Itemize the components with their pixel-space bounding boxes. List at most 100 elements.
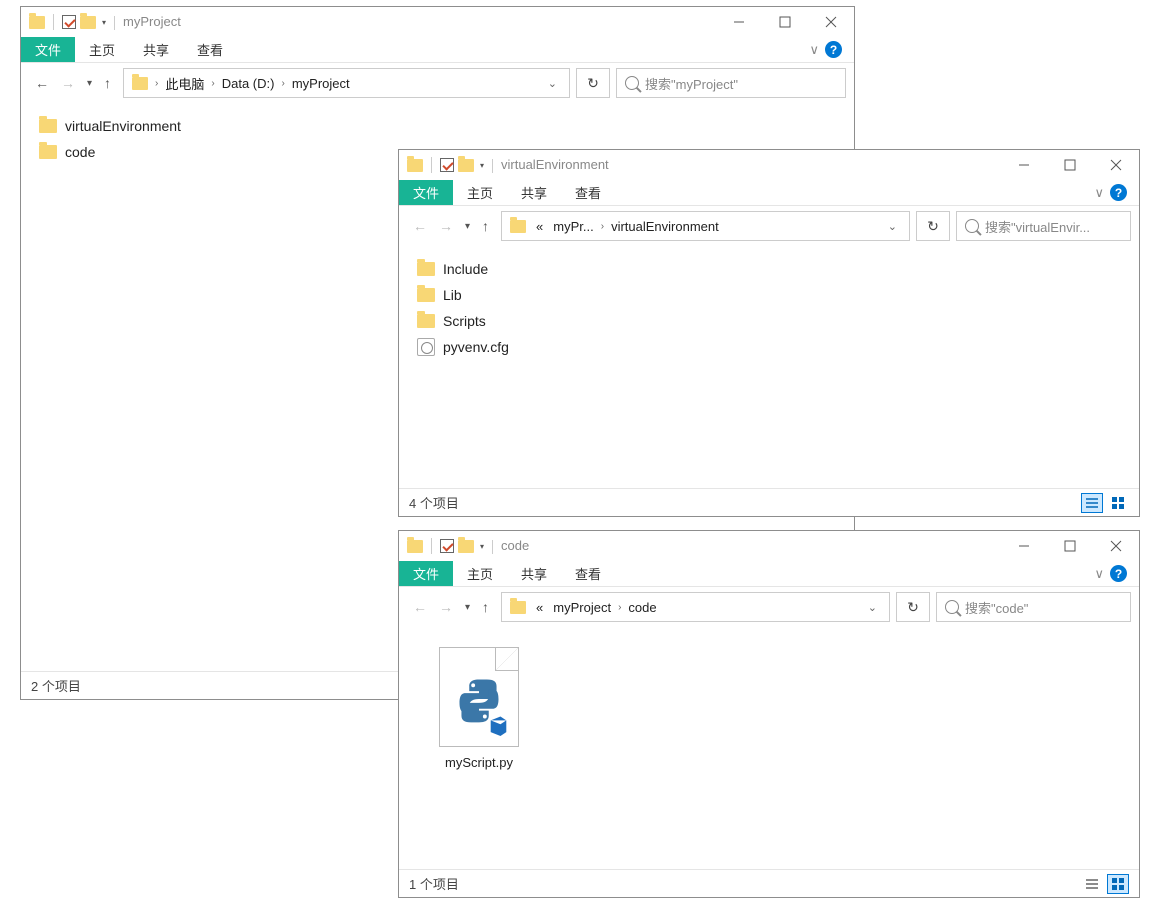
qat-folder-icon[interactable] [458,540,474,553]
refresh-button[interactable]: ↻ [576,68,610,98]
status-text: 4 个项目 [409,493,459,512]
up-button[interactable]: ↑ [482,218,489,234]
help-icon[interactable]: ? [1110,565,1127,582]
menu-view[interactable]: 查看 [183,37,237,62]
forward-button[interactable]: → [439,218,453,234]
crumb-myproject[interactable]: myProject [549,600,615,615]
address-bar[interactable]: « myProject › code ⌄ [501,592,890,622]
ribbon-expand-icon[interactable]: ∨ [809,42,819,58]
minimize-button[interactable] [1001,531,1047,561]
menu-share[interactable]: 共享 [507,561,561,586]
maximize-button[interactable] [1047,150,1093,180]
help-icon[interactable]: ? [825,41,842,58]
app-folder-icon[interactable] [407,159,423,172]
icons-view-button[interactable] [1107,493,1129,513]
menu-view[interactable]: 查看 [561,561,615,586]
crumb-myproject[interactable]: myProject [288,76,354,91]
window-code: ▾ code 文件 主页 共享 查看 ∨ ? ← → ▾ ↑ « myProje… [398,530,1140,898]
close-button[interactable] [1093,531,1139,561]
config-file-icon [417,338,435,356]
list-item[interactable]: Lib [417,282,1121,308]
crumb-myproject-short[interactable]: myPr... [549,219,597,234]
menu-file[interactable]: 文件 [399,561,453,586]
chevron-right-icon[interactable]: › [210,78,215,89]
search-placeholder: 搜索"myProject" [645,74,738,93]
up-button[interactable]: ↑ [104,75,111,91]
ribbon-expand-icon[interactable]: ∨ [1094,566,1104,582]
chevron-right-icon[interactable]: › [617,602,622,613]
qat-folder-icon[interactable] [80,16,96,29]
minimize-button[interactable] [716,7,762,37]
app-folder-icon[interactable] [407,540,423,553]
history-dropdown-icon[interactable]: ▾ [465,221,470,232]
list-item[interactable]: Scripts [417,308,1121,334]
crumb-ellipsis[interactable]: « [532,600,547,615]
list-item[interactable]: virtualEnvironment [39,113,836,139]
forward-button[interactable]: → [439,599,453,615]
crumb-this-pc[interactable]: 此电脑 [161,74,208,93]
address-dropdown-icon[interactable]: ⌄ [860,601,885,614]
qat-overflow-icon[interactable]: ▾ [480,161,484,170]
help-icon[interactable]: ? [1110,184,1127,201]
history-dropdown-icon[interactable]: ▾ [87,78,92,89]
list-item[interactable]: myScript.py [429,647,529,770]
file-name: Include [443,261,488,277]
crumb-virtualenv[interactable]: virtualEnvironment [607,219,723,234]
chevron-right-icon[interactable]: › [154,78,159,89]
window-virtualenvironment: ▾ virtualEnvironment 文件 主页 共享 查看 ∨ ? ← →… [398,149,1140,517]
menu-home[interactable]: 主页 [453,180,507,205]
list-item[interactable]: pyvenv.cfg [417,334,1121,360]
icons-view-button[interactable] [1107,874,1129,894]
history-dropdown-icon[interactable]: ▾ [465,602,470,613]
search-placeholder: 搜索"code" [965,598,1028,617]
back-button[interactable]: ← [35,75,49,91]
qat-folder-icon[interactable] [458,159,474,172]
address-bar-row: ← → ▾ ↑ › 此电脑 › Data (D:) › myProject ⌄ … [21,63,854,103]
file-list[interactable]: myScript.py [399,627,1139,869]
close-button[interactable] [808,7,854,37]
details-view-button[interactable] [1081,493,1103,513]
ribbon-expand-icon[interactable]: ∨ [1094,185,1104,201]
menu-home[interactable]: 主页 [75,37,129,62]
app-folder-icon[interactable] [29,16,45,29]
file-list[interactable]: Include Lib Scripts pyvenv.cfg [399,246,1139,488]
refresh-button[interactable]: ↻ [916,211,950,241]
chevron-right-icon[interactable]: › [280,78,285,89]
back-button[interactable]: ← [413,599,427,615]
properties-icon[interactable] [440,539,454,553]
address-dropdown-icon[interactable]: ⌄ [880,220,905,233]
maximize-button[interactable] [762,7,808,37]
forward-button[interactable]: → [61,75,75,91]
menu-file[interactable]: 文件 [399,180,453,205]
menu-share[interactable]: 共享 [129,37,183,62]
refresh-button[interactable]: ↻ [896,592,930,622]
menu-share[interactable]: 共享 [507,180,561,205]
back-button[interactable]: ← [413,218,427,234]
address-dropdown-icon[interactable]: ⌄ [540,77,565,90]
address-bar[interactable]: › 此电脑 › Data (D:) › myProject ⌄ [123,68,570,98]
menu-view[interactable]: 查看 [561,180,615,205]
ribbon-tabs: 文件 主页 共享 查看 ∨ ? [21,37,854,63]
chevron-right-icon[interactable]: › [600,221,605,232]
search-input[interactable]: 搜索"myProject" [616,68,846,98]
qat-overflow-icon[interactable]: ▾ [102,18,106,27]
crumb-data-d[interactable]: Data (D:) [218,76,279,91]
address-bar[interactable]: « myPr... › virtualEnvironment ⌄ [501,211,910,241]
maximize-button[interactable] [1047,531,1093,561]
crumb-ellipsis[interactable]: « [532,219,547,234]
close-button[interactable] [1093,150,1139,180]
list-item[interactable]: Include [417,256,1121,282]
file-name: virtualEnvironment [65,118,181,134]
qat-overflow-icon[interactable]: ▾ [480,542,484,551]
menu-file[interactable]: 文件 [21,37,75,62]
properties-icon[interactable] [440,158,454,172]
up-button[interactable]: ↑ [482,599,489,615]
search-input[interactable]: 搜索"virtualEnvir... [956,211,1131,241]
menu-home[interactable]: 主页 [453,561,507,586]
minimize-button[interactable] [1001,150,1047,180]
search-input[interactable]: 搜索"code" [936,592,1131,622]
properties-icon[interactable] [62,15,76,29]
details-view-button[interactable] [1081,874,1103,894]
crumb-code[interactable]: code [624,600,660,615]
folder-icon [417,262,435,276]
